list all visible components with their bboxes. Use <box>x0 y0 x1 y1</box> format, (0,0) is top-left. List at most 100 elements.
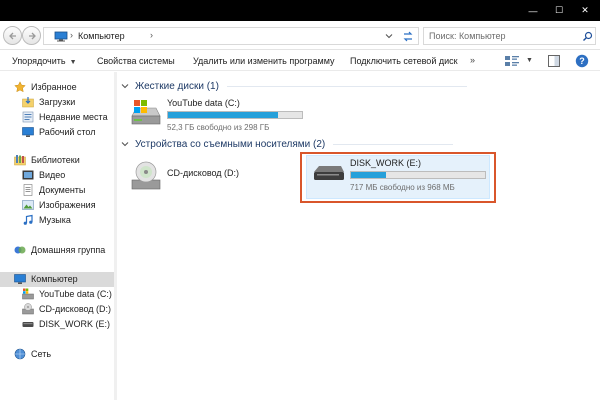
drive-usage-bar <box>350 171 486 179</box>
removable-drive-icon <box>314 166 344 180</box>
group-header-removable[interactable]: Устройства со съемными носителями (2) <box>121 137 454 151</box>
close-button[interactable]: ✕ <box>572 0 598 21</box>
nav-label: Библиотеки <box>31 155 80 165</box>
nav-label: Компьютер <box>31 274 78 284</box>
system-properties-button[interactable]: Свойства системы <box>97 56 175 66</box>
nav-video[interactable]: Видео <box>22 168 65 182</box>
music-icon <box>23 214 33 225</box>
group-title: Устройства со съемными носителями (2) <box>135 138 326 150</box>
nav-label: Видео <box>39 170 66 180</box>
drive-free-space: 52,3 ГБ свободно из 298 ГБ <box>167 123 270 132</box>
drive-name: CD-дисковод (D:) <box>167 168 240 178</box>
removable-drive-icon <box>22 322 34 327</box>
images-icon <box>22 200 34 210</box>
minimize-icon: — <box>528 5 538 16</box>
computer-icon <box>14 274 26 284</box>
nav-libraries[interactable]: Библиотеки <box>14 153 80 167</box>
close-icon: ✕ <box>581 5 589 15</box>
desktop-icon <box>22 127 34 137</box>
nav-downloads[interactable]: Загрузки <box>22 95 75 109</box>
nav-drive-e[interactable]: DISK_WORK (E:) <box>22 317 110 331</box>
nav-label: DISK_WORK (E:) <box>39 319 111 329</box>
nav-label: Избранное <box>31 82 77 92</box>
cd-drive-icon <box>131 161 161 190</box>
drive-tile-e[interactable]: DISK_WORK (E:) 717 МБ свободно из 968 МБ <box>312 158 488 194</box>
map-network-drive-button[interactable]: Подключить сетевой диск <box>350 56 458 66</box>
maximize-icon: ☐ <box>554 5 564 15</box>
command-bar: Упорядочить ▼ Свойства системы Удалить ил… <box>0 51 600 71</box>
group-header-hard-disks[interactable]: Жесткие диски (1) <box>121 79 467 93</box>
forward-button[interactable] <box>22 26 41 45</box>
nav-label: Сеть <box>31 349 52 359</box>
breadcrumb-computer[interactable]: Компьютер <box>78 31 125 41</box>
minimize-button[interactable]: — <box>520 0 546 21</box>
nav-music[interactable]: Музыка <box>22 213 71 227</box>
nav-label: Музыка <box>39 215 71 225</box>
view-dropdown-icon[interactable]: ▼ <box>526 57 533 64</box>
preview-pane-icon[interactable] <box>548 55 560 67</box>
nav-documents[interactable]: Документы <box>22 183 85 197</box>
maximize-button[interactable]: ☐ <box>546 0 572 21</box>
libraries-icon <box>14 155 26 166</box>
star-icon <box>14 81 26 93</box>
video-icon <box>22 170 34 180</box>
svg-text:?: ? <box>579 56 585 66</box>
view-options-icon[interactable] <box>505 56 519 66</box>
drive-tile-c[interactable]: YouTube data (C:) 52,3 ГБ свободно из 29… <box>129 98 309 138</box>
chevron-down-icon[interactable] <box>385 32 393 40</box>
cd-drive-icon <box>22 303 34 315</box>
breadcrumb-separator[interactable]: › <box>70 30 73 40</box>
drive-name: YouTube data (C:) <box>167 98 240 108</box>
arrow-left-icon <box>9 32 16 40</box>
address-row: › Компьютер › Поиск: Компьютер <box>0 21 600 50</box>
drive-usage-bar <box>167 111 303 119</box>
nav-label: Загрузки <box>39 97 76 107</box>
nav-label: Документы <box>39 185 86 195</box>
drive-tile-d[interactable]: CD-дисковод (D:) <box>129 160 299 200</box>
nav-computer[interactable]: Компьютер <box>14 272 78 286</box>
nav-label: CD-дисковод (D:) <box>39 304 112 314</box>
navigation-pane: Избранное Загрузки Недавние места Рабочи… <box>0 72 116 400</box>
search-icon[interactable] <box>582 31 593 42</box>
nav-network[interactable]: Сеть <box>14 347 51 361</box>
nav-label: Недавние места <box>39 112 108 122</box>
drive-usage-fill <box>351 172 386 178</box>
drive-usage-fill <box>168 112 278 118</box>
content-pane: Жесткие диски (1) YouTube data (C:) 52,3… <box>117 72 600 400</box>
system-drive-icon <box>22 288 34 300</box>
caret-down-icon: ▼ <box>69 59 77 66</box>
refresh-icon[interactable] <box>401 30 415 43</box>
organize-label: Упорядочить <box>12 56 66 66</box>
breadcrumb-separator[interactable]: › <box>150 30 153 40</box>
back-button[interactable] <box>3 26 22 45</box>
nav-label: Домашняя группа <box>31 245 106 255</box>
computer-icon <box>54 31 68 42</box>
group-divider <box>333 143 454 145</box>
nav-homegroup[interactable]: Домашняя группа <box>14 243 105 257</box>
address-bar[interactable]: › Компьютер › <box>43 27 419 45</box>
nav-label: Рабочий стол <box>39 127 96 137</box>
nav-drive-c[interactable]: YouTube data (C:) <box>22 287 112 301</box>
nav-label: YouTube data (C:) <box>39 289 112 299</box>
title-bar: — ☐ ✕ <box>0 0 600 21</box>
drive-free-space: 717 МБ свободно из 968 МБ <box>350 183 455 192</box>
network-icon <box>14 348 26 360</box>
help-icon[interactable]: ? <box>575 54 589 68</box>
nav-images[interactable]: Изображения <box>22 198 96 212</box>
drive-name: DISK_WORK (E:) <box>350 158 422 168</box>
nav-recent[interactable]: Недавние места <box>22 110 108 124</box>
organize-button[interactable]: Упорядочить ▼ <box>12 56 77 66</box>
nav-drive-d[interactable]: CD-дисковод (D:) <box>22 302 111 316</box>
documents-icon <box>23 184 33 196</box>
downloads-folder-icon <box>22 97 34 108</box>
arrow-right-icon <box>29 32 36 40</box>
search-box[interactable]: Поиск: Компьютер <box>423 27 596 45</box>
recent-places-icon <box>22 111 34 123</box>
system-drive-icon <box>131 100 161 125</box>
uninstall-program-button[interactable]: Удалить или изменить программу <box>193 56 334 66</box>
nav-favorites[interactable]: Избранное <box>14 80 77 94</box>
nav-desktop[interactable]: Рабочий стол <box>22 125 96 139</box>
chevron-down-icon <box>121 142 129 147</box>
more-commands-button[interactable]: » <box>470 55 475 65</box>
group-divider <box>226 85 467 87</box>
